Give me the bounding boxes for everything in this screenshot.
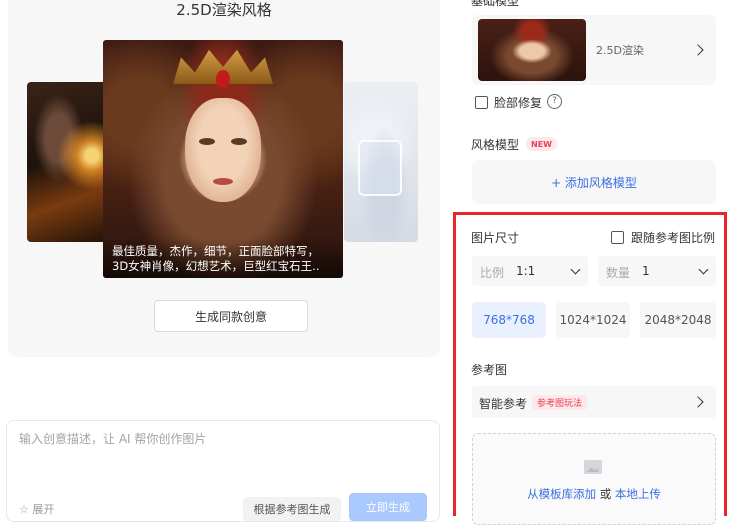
chevron-right-icon	[692, 44, 704, 56]
help-icon[interactable]: ?	[547, 94, 562, 109]
ref-generate-button[interactable]: 根据参考图生成	[243, 497, 341, 521]
smart-ref-label: 智能参考	[479, 397, 528, 411]
template-library-link[interactable]: 从模板库添加	[527, 487, 596, 501]
face-fix-checkbox[interactable]	[475, 96, 488, 109]
smart-reference-selector[interactable]: 智能参考 参考图玩法	[472, 386, 716, 418]
follow-ratio-label: 跟随参考图比例	[631, 231, 716, 245]
size-option-768[interactable]: 768*768	[472, 302, 546, 338]
follow-ratio-checkbox[interactable]	[611, 231, 624, 244]
local-upload-link[interactable]: 本地上传	[615, 487, 661, 501]
prompt-input[interactable]: 输入创意描述，让 AI 帮你创作图片 ☆ 展开 根据参考图生成 立即生成	[6, 420, 440, 522]
reference-upload-area[interactable]: 从模板库添加 或 本地上传	[472, 433, 716, 525]
base-model-selector[interactable]: 2.5D渲染	[472, 15, 716, 85]
upload-text: 从模板库添加 或 本地上传	[473, 486, 715, 502]
glass-object	[358, 140, 402, 196]
size-option-2048[interactable]: 2048*2048	[640, 302, 716, 338]
reference-label: 参考图	[471, 363, 508, 377]
model-name: 2.5D渲染	[596, 44, 644, 57]
upload-or-text: 或	[596, 487, 615, 501]
chevron-down-icon	[698, 264, 709, 275]
image-size-label: 图片尺寸	[471, 231, 520, 245]
chevron-down-icon	[570, 264, 581, 275]
face-fix-label: 脸部修复	[494, 96, 543, 110]
count-select[interactable]: 数量 1	[598, 256, 716, 286]
size-option-1024[interactable]: 1024*1024	[556, 302, 630, 338]
style-showcase: 2.5D渲染风格 最佳质量，杰作，细节，正面脸部特写， 3D女神肖像，幻想艺术，…	[8, 0, 440, 357]
style-title: 2.5D渲染风格	[176, 1, 272, 19]
generate-same-button[interactable]: 生成同款创意	[154, 300, 308, 332]
base-model-label: 基础模型	[471, 0, 520, 8]
chevron-right-icon	[692, 396, 704, 408]
caption-line-2: 3D女神肖像，幻想艺术，巨型红宝石王..	[112, 259, 320, 273]
ratio-label: 比例	[480, 266, 505, 280]
image-caption: 最佳质量，杰作，细节，正面脸部特写， 3D女神肖像，幻想艺术，巨型红宝石王..	[103, 238, 343, 278]
featured-example-image[interactable]: 最佳质量，杰作，细节，正面脸部特写， 3D女神肖像，幻想艺术，巨型红宝石王..	[103, 40, 343, 278]
count-value: 1	[642, 264, 650, 278]
eye-right	[231, 138, 247, 145]
count-label: 数量	[606, 266, 631, 280]
ref-play-badge: 参考图玩法	[532, 395, 588, 410]
ratio-value: 1:1	[516, 264, 536, 278]
next-example-image[interactable]	[344, 82, 418, 242]
expand-toggle[interactable]: ☆ 展开	[19, 501, 54, 517]
generate-now-button[interactable]: 立即生成	[349, 493, 427, 521]
new-badge: NEW	[526, 137, 557, 151]
model-thumbnail	[478, 19, 586, 81]
caption-line-1: 最佳质量，杰作，细节，正面脸部特写，	[112, 244, 319, 258]
prompt-placeholder: 输入创意描述，让 AI 帮你创作图片	[19, 432, 207, 446]
style-model-label: 风格模型	[471, 138, 520, 152]
ratio-select[interactable]: 比例 1:1	[472, 256, 588, 286]
add-style-model-button[interactable]: + 添加风格模型	[472, 160, 716, 204]
crown-gem	[216, 70, 230, 88]
image-icon	[584, 460, 602, 474]
eye-left	[199, 138, 215, 145]
lips-shape	[213, 178, 233, 185]
face-shape	[185, 98, 261, 202]
